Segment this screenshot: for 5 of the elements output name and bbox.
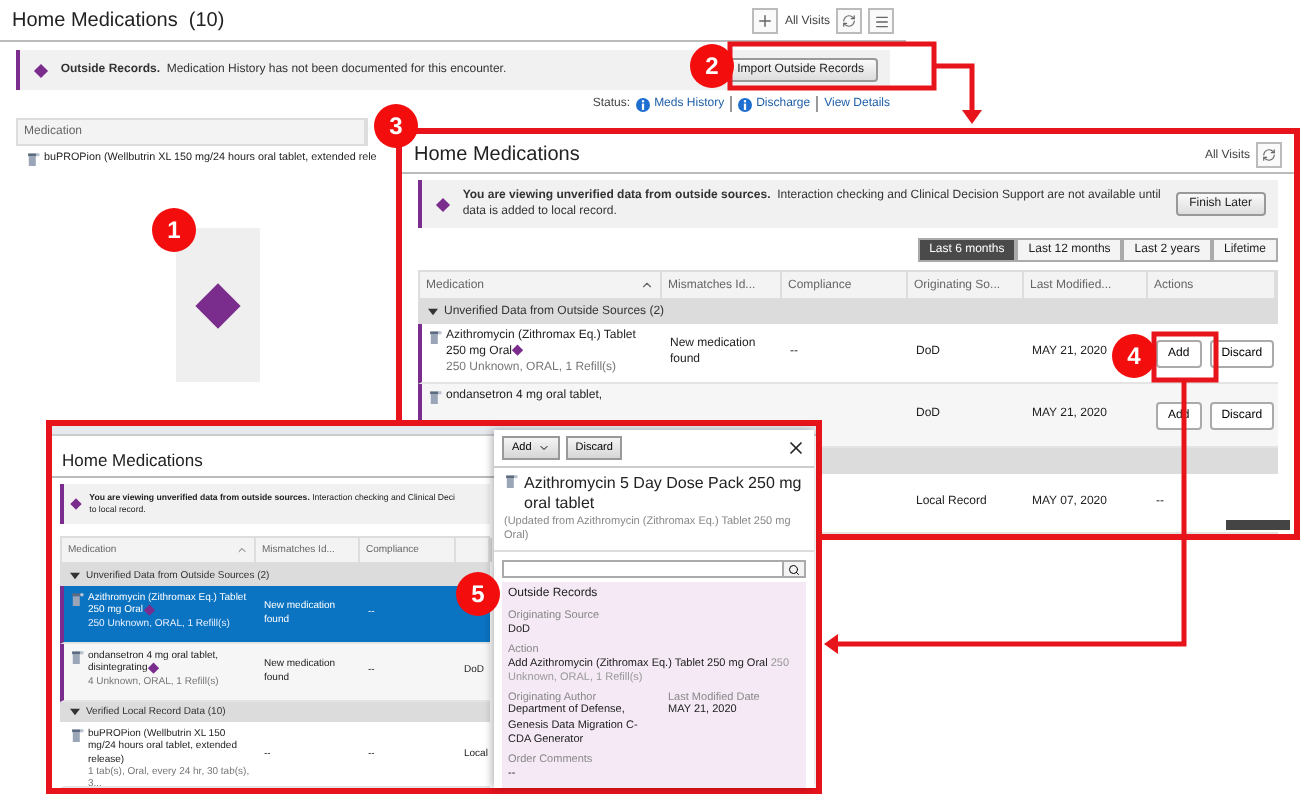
callout-badge: 1: [152, 208, 196, 252]
panel-title: Home Medications: [414, 144, 580, 166]
panel-title: Home Medications: [62, 450, 203, 471]
panel-title: Home Medications (10): [12, 10, 225, 32]
medication-title: Azithromycin 5 Day Dose Pack 250 mg oral tablet: [524, 474, 804, 514]
